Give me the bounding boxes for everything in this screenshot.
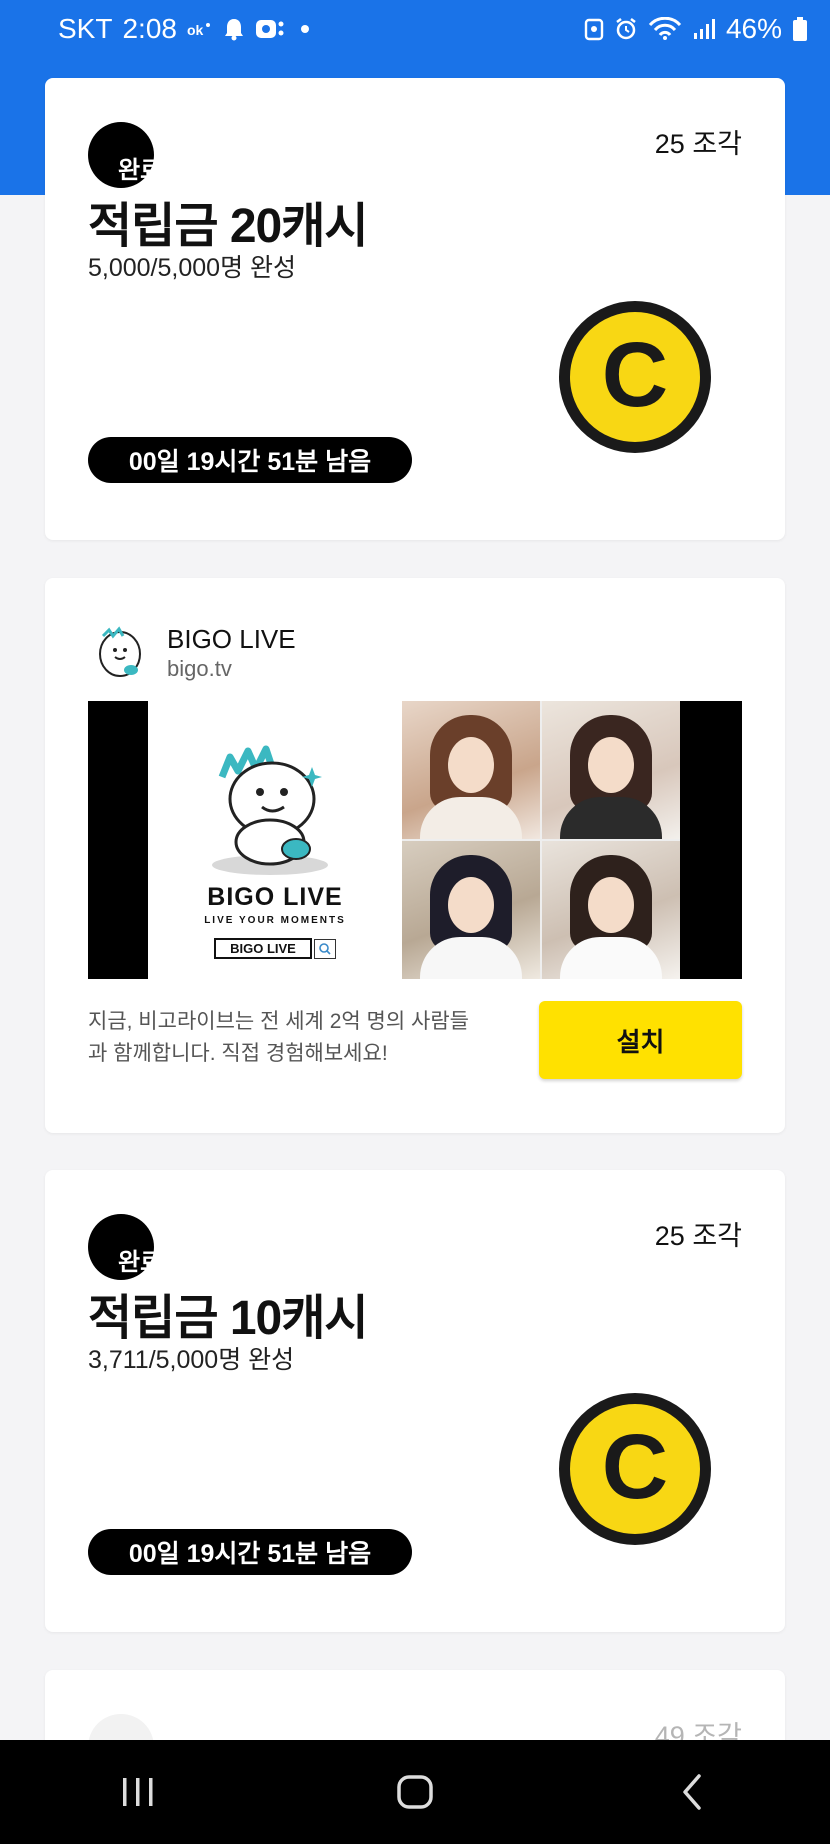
back-button[interactable] bbox=[652, 1762, 732, 1822]
home-button[interactable] bbox=[375, 1762, 455, 1822]
home-icon bbox=[397, 1775, 433, 1809]
brand-tagline: LIVE YOUR MOMENTS bbox=[204, 915, 346, 926]
bell-icon bbox=[223, 17, 245, 41]
time-label: 2:08 bbox=[122, 13, 177, 44]
pieces-count: 25 조각 bbox=[654, 1221, 742, 1251]
bigo-logo-icon bbox=[91, 624, 149, 682]
cash-coin-icon: C bbox=[559, 1393, 711, 1545]
time-remaining-badge: 00일 19시간 51분 남음 bbox=[88, 1529, 412, 1575]
brand-panel: BIGO LIVE LIVE YOUR MOMENTS BIGO LIVE bbox=[148, 701, 402, 979]
ad-description: 지금, 비고라이브는 전 세계 2억 명의 사람들과 함께합니다. 직접 경험해… bbox=[88, 1010, 469, 1065]
dot-icon bbox=[300, 25, 309, 33]
photo-4 bbox=[542, 841, 680, 979]
battery-label: 46% bbox=[725, 13, 782, 44]
ok-icon: ok bbox=[187, 19, 213, 39]
svg-text:ok: ok bbox=[187, 22, 204, 38]
mission-card[interactable]: 완료 25 조각 적립금 10캐시 3,711/5,000명 완성 C 00일 … bbox=[45, 1170, 785, 1632]
install-button[interactable]: 설치 bbox=[539, 1001, 742, 1079]
complete-label: 완료 bbox=[118, 157, 163, 184]
carrier-label: SKT bbox=[58, 13, 113, 44]
participant-progress: 5,000/5,000명 완성 bbox=[88, 254, 297, 282]
back-icon bbox=[682, 1774, 701, 1810]
photo-1 bbox=[402, 701, 540, 839]
photo-3 bbox=[402, 841, 540, 979]
search-icon bbox=[313, 938, 336, 959]
bigo-mascot-icon bbox=[212, 745, 328, 875]
advertiser-name[interactable]: BIGO LIVE bbox=[167, 624, 296, 655]
mission-card[interactable]: 완료 25 조각 적립금 20캐시 5,000/5,000명 완성 C 00일 … bbox=[45, 78, 785, 540]
cash-coin-icon: C bbox=[559, 301, 711, 453]
time-remaining-badge: 00일 19시간 51분 남음 bbox=[88, 437, 412, 483]
ad-media-image[interactable]: BIGO LIVE LIVE YOUR MOMENTS BIGO LIVE bbox=[88, 701, 742, 979]
coin-glyph: C bbox=[601, 1416, 669, 1518]
navigation-bar bbox=[0, 1740, 830, 1844]
media-icon bbox=[255, 18, 285, 40]
brand-search-text: BIGO LIVE bbox=[214, 938, 312, 959]
signal-icon bbox=[692, 17, 716, 41]
brand-logo-text: BIGO LIVE bbox=[207, 883, 343, 911]
reward-title: 적립금 20캐시 bbox=[88, 200, 369, 253]
coin-glyph: C bbox=[601, 324, 669, 426]
reward-title: 적립금 10캐시 bbox=[88, 1292, 369, 1345]
brand-search-box: BIGO LIVE bbox=[214, 938, 336, 959]
alarm-icon bbox=[614, 17, 638, 41]
wifi-icon bbox=[648, 17, 682, 41]
ad-card[interactable]: BIGO LIVE bigo.tv BIGO LIVE LIVE YOUR MO… bbox=[45, 578, 785, 1133]
photo-2 bbox=[542, 701, 680, 839]
nfc-icon bbox=[584, 17, 604, 41]
photo-grid bbox=[402, 701, 680, 979]
pieces-count: 25 조각 bbox=[654, 129, 742, 159]
status-bar: SKT 2:08 ok 46% bbox=[0, 0, 830, 58]
participant-progress: 3,711/5,000명 완성 bbox=[88, 1346, 295, 1374]
recent-apps-button[interactable] bbox=[98, 1762, 178, 1822]
advertiser-url[interactable]: bigo.tv bbox=[167, 656, 232, 682]
recent-apps-icon bbox=[123, 1778, 153, 1806]
battery-icon bbox=[792, 16, 808, 42]
complete-label: 완료 bbox=[118, 1249, 163, 1276]
